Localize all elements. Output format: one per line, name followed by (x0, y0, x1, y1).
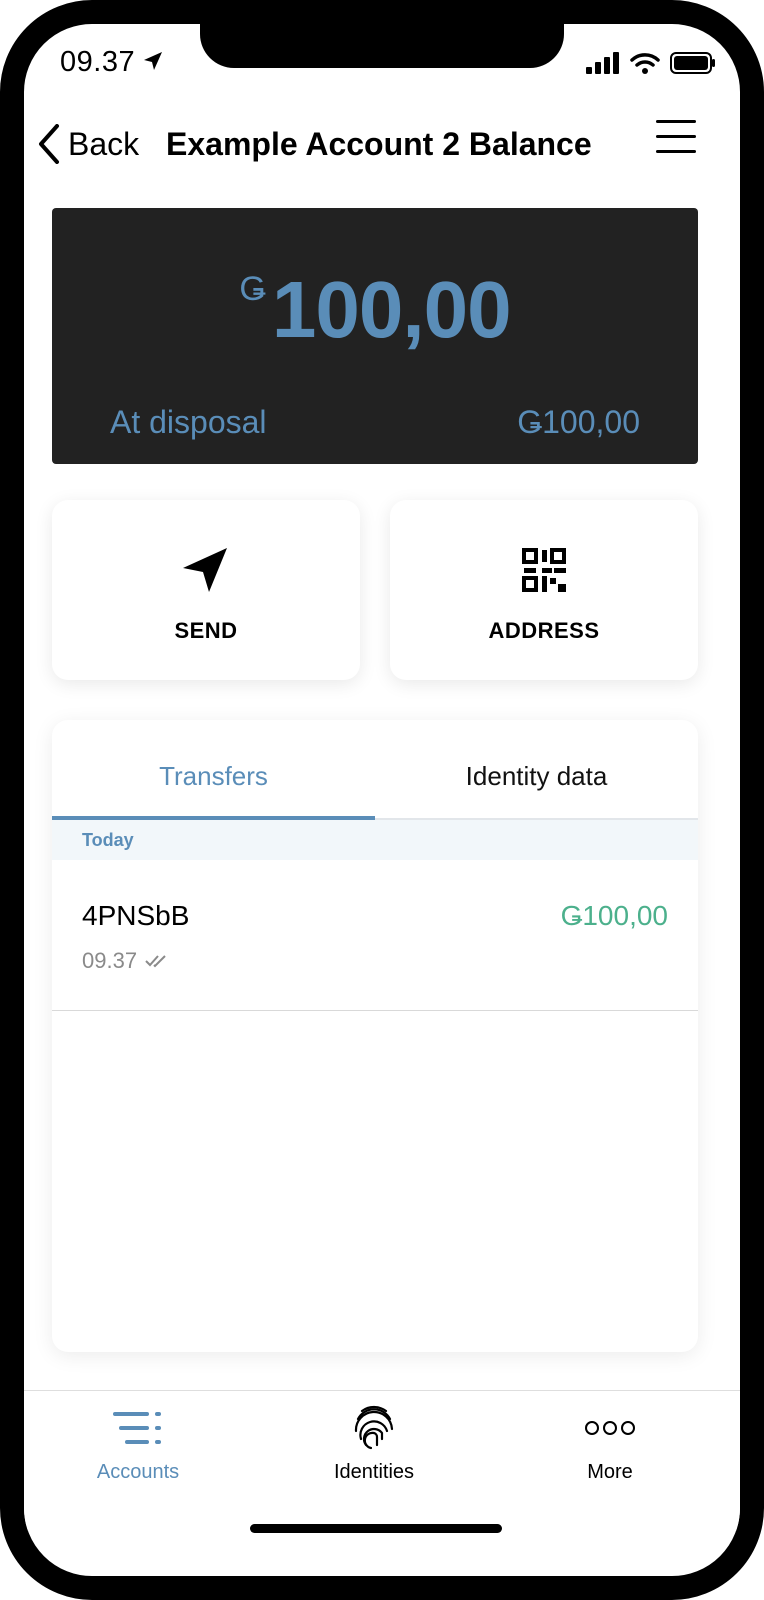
notch (200, 24, 564, 68)
chevron-left-icon (39, 124, 59, 164)
phone-frame: 09.37 Back Example Account 2 Balance Ǥ10… (0, 0, 764, 1600)
more-dots-icon (585, 1421, 635, 1435)
at-disposal-value: Ǥ100,00 (517, 404, 640, 440)
send-label: SEND (174, 618, 238, 643)
transfer-amount: Ǥ100,00 (560, 900, 668, 931)
nav-header: Back Example Account 2 Balance (24, 120, 740, 170)
status-icons (586, 52, 716, 74)
tabbar-accounts[interactable]: Accounts (38, 1403, 238, 1493)
section-label: Today (82, 830, 134, 850)
tabbar-identities-label: Identities (333, 1461, 415, 1483)
at-disposal-label: At disposal (110, 404, 267, 440)
hamburger-menu-icon[interactable] (656, 120, 696, 160)
location-arrow-icon (144, 52, 162, 70)
send-button[interactable]: SEND (52, 500, 360, 680)
balance-card: Ǥ100,00 At disposal Ǥ100,00 (52, 208, 698, 464)
wifi-icon (630, 53, 660, 74)
balance-amount: Ǥ100,00 (52, 264, 698, 356)
page-title: Example Account 2 Balance (166, 126, 592, 162)
signal-icon (586, 52, 619, 74)
date-section-header: Today (52, 820, 698, 860)
status-time: 09.37 (60, 46, 136, 78)
address-button[interactable]: ADDRESS (390, 500, 698, 680)
fingerprint-icon (354, 1405, 394, 1450)
balance-value: 100,00 (271, 265, 512, 354)
transfer-time-group: 09.37 (82, 948, 169, 974)
tabbar-more[interactable]: More (510, 1403, 710, 1493)
tab-identity-data[interactable]: Identity data (375, 720, 698, 820)
qr-code-icon (522, 548, 566, 592)
transfer-name: 4PNSbB (82, 900, 190, 931)
address-label: ADDRESS (488, 618, 600, 643)
double-check-icon (145, 955, 166, 968)
back-label: Back (68, 125, 140, 162)
send-plane-icon (183, 548, 227, 592)
transfer-time: 09.37 (82, 948, 138, 973)
transactions-panel: Transfers Identity data Today 4PNSbB 09.… (52, 720, 698, 1352)
transfer-row[interactable]: 4PNSbB 09.37 Ǥ100,00 (52, 860, 698, 1011)
tabbar-accounts-label: Accounts (96, 1461, 180, 1483)
tabbar-identities[interactable]: Identities (274, 1403, 474, 1493)
tab-transfers[interactable]: Transfers (52, 720, 375, 820)
tabbar-more-label: More (587, 1461, 633, 1483)
bottom-tab-bar: Accounts Identities More (24, 1390, 740, 1531)
home-indicator (250, 1524, 502, 1533)
back-button[interactable]: Back (38, 120, 139, 168)
currency-symbol: Ǥ (239, 270, 266, 308)
battery-icon (670, 52, 715, 74)
accounts-list-icon (113, 1412, 161, 1444)
